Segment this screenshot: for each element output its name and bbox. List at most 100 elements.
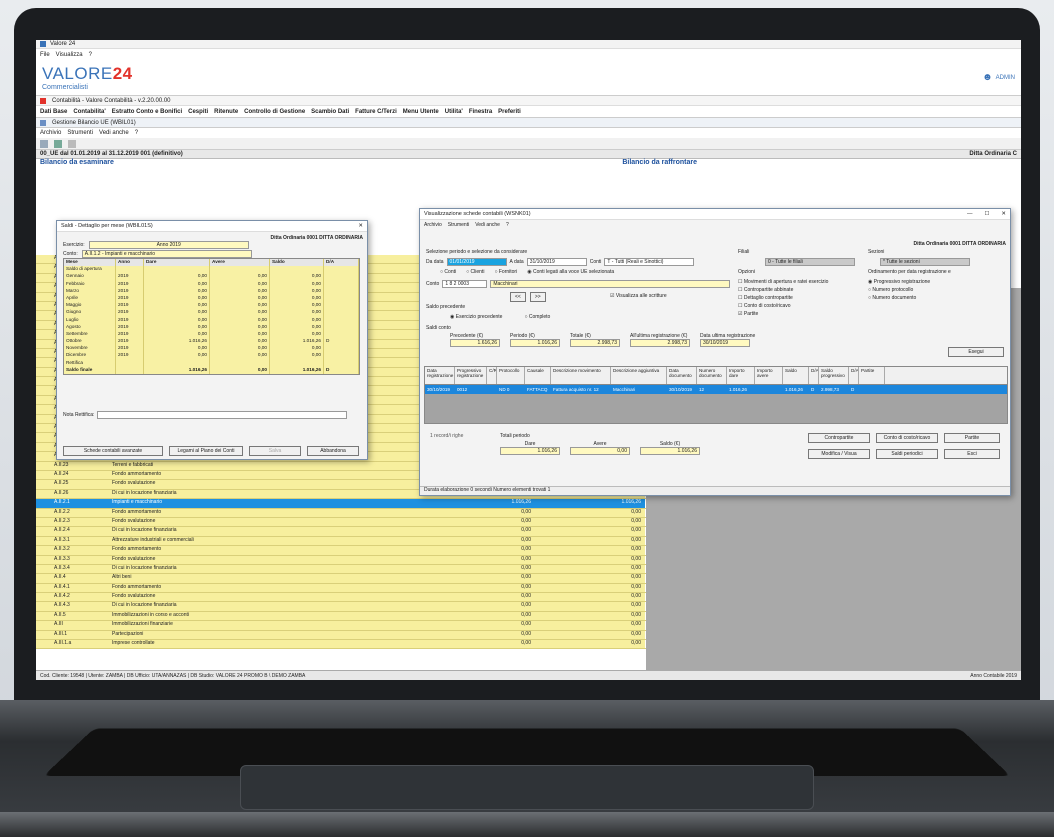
saldi-row[interactable]: Saldo di apertura [64,266,359,274]
saldi-row[interactable]: Saldo finale 1.016,26 0,00 1.016,26 D [64,366,359,374]
grid-row[interactable]: A.III Immobilizzazioni finanziarie 0,00 0,0… [36,621,646,631]
salva-button[interactable]: Salva [249,446,301,456]
ord-documento[interactable]: ○ Numero documento [868,294,930,302]
movimenti-col-header[interactable]: Descrizione aggiuntiva [611,367,667,384]
esegui-button[interactable]: Esegui [948,347,1004,357]
saldi-row[interactable]: Novembre 2019 0,00 0,00 0,00 [64,345,359,353]
toolbar-grid-icon[interactable] [54,139,62,148]
opt-partite[interactable]: ☑ Partite [738,310,828,318]
close-icon[interactable]: ✕ [1001,211,1006,217]
grid-row[interactable]: A.II.2.2 Fondo ammortamento 0,00 0,00 [36,508,646,518]
grid-row[interactable]: A.II.2.4 Di cui in locazione finanziaria 0… [36,527,646,537]
user-menu[interactable]: ☻ ADMIN [982,72,1015,83]
menu-utilita[interactable]: Utilita' [445,109,463,115]
saldi-row[interactable]: Gennaio 2019 0,00 0,00 0,00 [64,273,359,281]
toolbar-print-icon[interactable] [68,139,76,148]
schede-avanzate-button[interactable]: Schede contabili avanzate [63,446,163,456]
menu-utente[interactable]: Menu Utente [403,109,439,115]
grid-row[interactable]: A.II.4 Altri beni 0,00 0,00 [36,574,646,584]
sub-menu-help[interactable]: ? [135,130,138,136]
visualizza-check[interactable]: ☑ Visualizza alle scritture [610,293,667,299]
menu-contabilita[interactable]: Contabilita' [73,109,105,115]
legami-button[interactable]: Legami al Piano dei Conti [169,446,243,456]
radio-conti-legati[interactable]: ◉ Conti legati alla voce UE selezionata [527,269,614,275]
saldi-periodici-button[interactable]: Saldi periodici [876,449,938,459]
movimenti-col-header[interactable]: Descrizione movimento [551,367,611,384]
grid-row[interactable]: A.II.2.1 Impianti e macchinario 1.016,26 1.… [36,499,646,509]
saldi-row[interactable]: Aprile 2019 0,00 0,00 0,00 [64,294,359,303]
grid-row[interactable]: A.II.3.4 Di cui in locazione finanziaria 0… [36,564,646,575]
grid-row[interactable]: A.II.2.3 Fondo svalutazione 0,00 0,00 [36,517,646,528]
modifica-button[interactable]: Modifica / Visua [808,449,870,459]
saldi-row[interactable]: Febbraio 2019 0,00 0,00 0,00 [64,280,359,288]
opt-movimenti[interactable]: ☐ Movimenti di apertura e ratei esercizi… [738,278,828,286]
opt-contropartite[interactable]: ☐ Contropartite abbinate [738,286,828,294]
da-field[interactable]: 01/01/2019 [446,258,507,266]
movimenti-col-header[interactable]: Causale [525,367,551,384]
sub-menu-archivio[interactable]: Archivio [40,130,61,136]
menu-dati-base[interactable]: Dati Base [40,109,67,115]
menu-help[interactable]: ? [89,52,92,58]
conto-desc-field[interactable]: Macchinari [490,280,731,288]
menu-scambio-dati[interactable]: Scambio Dati [311,109,349,115]
radio-fornitori[interactable]: ○ Fornitori [494,269,517,275]
radio-clienti[interactable]: ○ Clienti [466,269,484,275]
menu-estratto-conto[interactable]: Estratto Conto e Bonifici [112,109,182,115]
toolbar-back-icon[interactable] [40,139,48,148]
saldi-row[interactable]: Dicembre 2019 0,00 0,00 0,00 [64,352,359,360]
movimenti-col-header[interactable]: Partite [859,367,885,384]
saldi-row[interactable]: Luglio 2019 0,00 0,00 0,00 [64,316,359,324]
conto-code-field[interactable]: 1 8 2 0003 [442,280,488,288]
grid-row[interactable]: A.II.4.1 Fondo ammortamento 0,00 0,00 [36,583,646,594]
menu-controllo-gestione[interactable]: Controllo di Gestione [244,109,305,115]
sub-menu-strumenti[interactable]: Strumenti [67,130,93,136]
sezioni-select[interactable]: * Tutte le sezioni [880,258,970,266]
grid-row[interactable]: A.II.4.3 Di cui in locazione finanziaria 0… [36,602,646,612]
movimenti-col-header[interactable]: D/A [809,367,819,384]
a-field[interactable]: 31/10/2019 [526,258,587,266]
sub-menu-vedi[interactable]: Vedi anche [99,130,129,136]
minimize-icon[interactable]: — [967,211,973,217]
menu-preferiti[interactable]: Preferiti [498,109,521,115]
filiali-select[interactable]: 0 - Tutte le filiali [765,258,855,266]
schede-menu-vedi[interactable]: Vedi anche [475,222,500,228]
saldi-row[interactable]: Ottobre 2019 1.016,26 0,00 1.016,26 D [64,338,359,346]
ord-protocollo[interactable]: ○ Numero protocollo [868,286,930,294]
menu-cespiti[interactable]: Cespiti [188,109,208,115]
movimenti-selected-row[interactable]: 30/10/2019 0012 ND 0 FATTACQ Fattura acquist… [425,385,1007,394]
maximize-icon[interactable]: ☐ [984,211,989,217]
movimenti-col-header[interactable]: Data documento [667,367,697,384]
movimenti-col-header[interactable]: Progressivo registrazione [455,367,487,384]
prev-button[interactable]: << [510,292,526,302]
saldi-row[interactable]: Settembre 2019 0,00 0,00 0,00 [64,330,359,339]
opt-dettaglio[interactable]: ☐ Dettaglio contropartite [738,294,828,302]
esercizio-field[interactable]: Anno 2019 [88,241,249,249]
radio-conti[interactable]: ○ Conti [440,269,456,275]
radio-completo[interactable]: ○ Completo [524,314,550,320]
grid-row[interactable]: A.III.1.a Imprese controllate 0,00 0,00 [36,640,646,650]
grid-row[interactable]: A.III.1 Partecipazioni 0,00 0,00 [36,630,646,641]
esci-button[interactable]: Esci [944,449,1000,459]
movimenti-col-header[interactable]: Importo dare [727,367,755,384]
movimenti-col-header[interactable]: Numero documento [697,367,727,384]
grid-row[interactable]: A.II.3.2 Fondo ammortamento 0,00 0,00 [36,546,646,556]
saldi-row[interactable]: Giugno 2019 0,00 0,00 0,00 [64,309,359,317]
conti-select[interactable]: T - Tutti (Reali e Sinottici) [604,258,695,266]
ord-progressivo[interactable]: ◉ Progressivo registrazione [868,278,930,286]
saldi-row[interactable]: Rettifica [64,359,359,367]
menu-file[interactable]: File [40,52,50,58]
saldi-row[interactable]: Marzo 2019 0,00 0,00 0,00 [64,287,359,295]
conto-costo-button[interactable]: Conto di costo/ricavo [876,433,938,443]
schede-menu-help[interactable]: ? [506,222,509,228]
movimenti-col-header[interactable]: Saldo progressivo [819,367,849,384]
conto-field[interactable]: A.II.1.2 - Impianti e macchinario [81,250,252,258]
grid-row[interactable]: A.II.5 Immobilizzazioni in corso e accont… [36,611,646,622]
movimenti-col-header[interactable]: C/R [487,367,497,384]
menu-visualizza[interactable]: Visualizza [56,52,83,58]
abbandona-button[interactable]: Abbandona [307,446,359,456]
schede-menu-strumenti[interactable]: Strumenti [448,222,469,228]
contropartite-button[interactable]: Contropartite [808,433,870,443]
schede-menu-archivio[interactable]: Archivio [424,222,442,228]
movimenti-col-header[interactable]: Protocollo [497,367,525,384]
grid-row[interactable]: A.II.3.3 Fondo svalutazione 0,00 0,00 [36,555,646,565]
